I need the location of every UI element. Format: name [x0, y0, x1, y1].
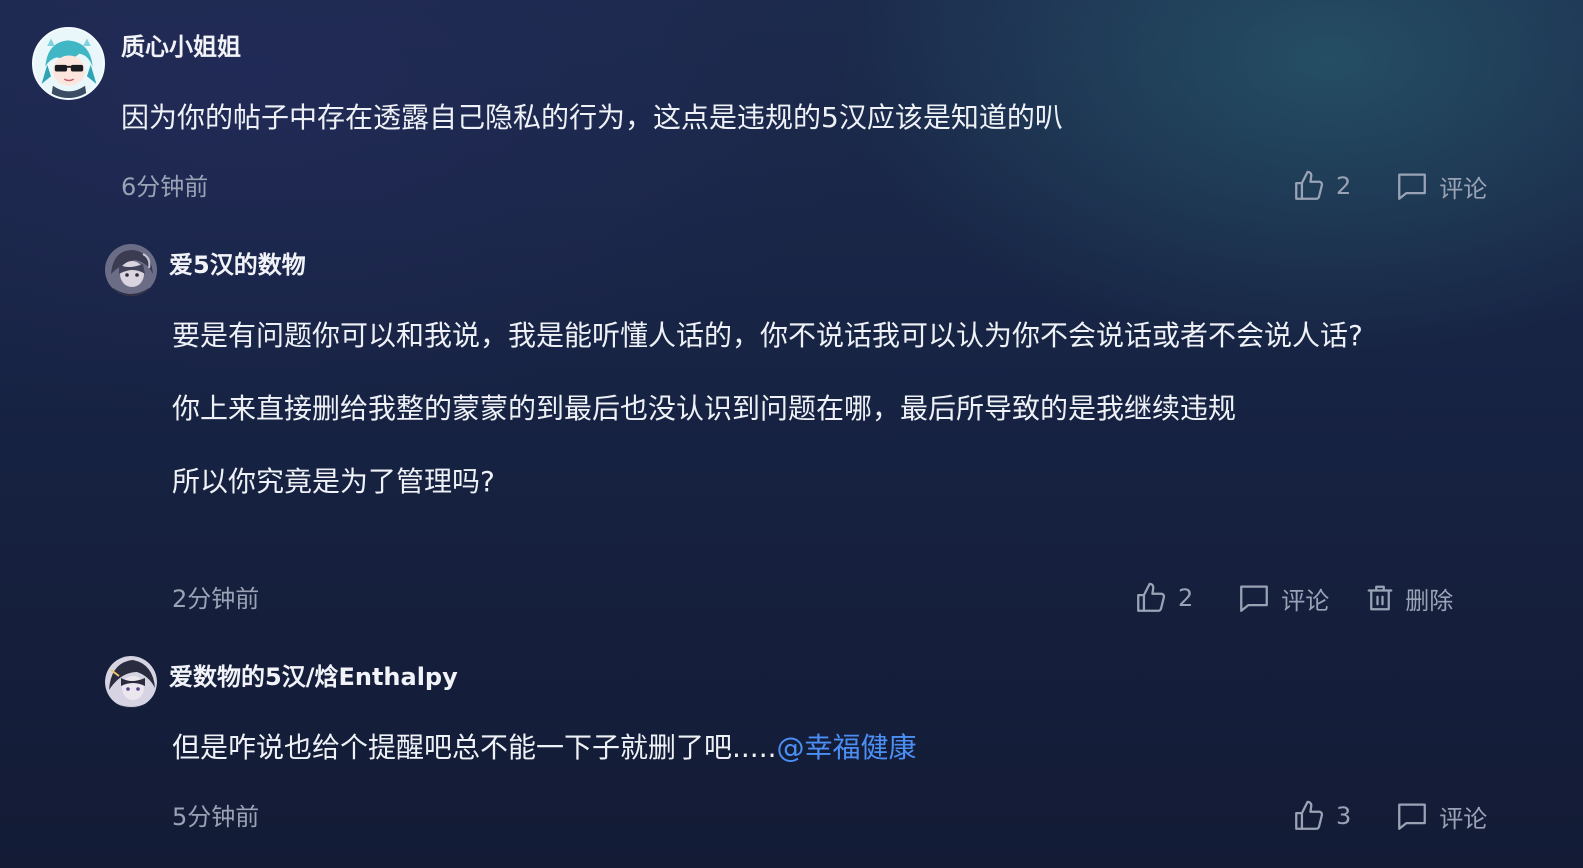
- comment-paragraph: 因为你的帖子中存在透露自己隐私的行为，这点是违规的5汉应该是知道的叭: [121, 101, 1063, 134]
- comment-paragraph: 你上来直接删给我整的蒙蒙的到最后也没认识到问题在哪，最后所导致的是我继续违规: [172, 392, 1237, 425]
- comment-text: 因为你的帖子中存在透露自己隐私的行为，这点是违规的5汉应该是知道的叭: [121, 94, 1521, 142]
- comment-item: 爱5汉的数物 要是有问题你可以和我说，我是能听懂人话的，你不说话我可以认为你不会…: [0, 230, 1583, 640]
- like-button[interactable]: 2: [1292, 169, 1351, 203]
- like-button[interactable]: 3: [1292, 799, 1351, 833]
- like-button[interactable]: 2: [1134, 581, 1193, 615]
- comment-bubble-icon: [1398, 803, 1427, 830]
- timestamp: 6分钟前: [121, 173, 209, 201]
- comment-bubble-icon: [1398, 173, 1427, 200]
- comment-item: 爱数物的5汉/焓Enthalpy 但是咋说也给个提醒吧总不能一下子就删了吧...…: [0, 640, 1583, 868]
- comment-bubble-icon: [1240, 585, 1269, 612]
- comment-item: 质心小姐姐 因为你的帖子中存在透露自己隐私的行为，这点是违规的5汉应该是知道的叭…: [0, 0, 1583, 230]
- timestamp: 5分钟前: [172, 803, 260, 831]
- username[interactable]: 质心小姐姐: [121, 32, 241, 62]
- reply-label: 评论: [1439, 804, 1488, 833]
- like-count: 2: [1178, 584, 1194, 612]
- reply-label: 评论: [1281, 586, 1330, 615]
- comment-paragraph: 但是咋说也给个提醒吧总不能一下子就删了吧.....@幸福健康: [172, 724, 1462, 772]
- avatar[interactable]: [105, 244, 157, 296]
- reply-button[interactable]: 评论: [1237, 581, 1329, 616]
- like-count: 3: [1336, 802, 1352, 830]
- anime-character-avatar-icon: [105, 244, 157, 296]
- mention-link[interactable]: @幸福健康: [777, 731, 917, 764]
- avatar[interactable]: [32, 27, 105, 100]
- username[interactable]: 爱5汉的数物: [169, 250, 306, 280]
- username[interactable]: 爱数物的5汉/焓Enthalpy: [169, 662, 458, 692]
- trash-icon: [1367, 585, 1393, 611]
- thumbs-up-icon: [1295, 170, 1324, 200]
- comment-paragraph: 所以你究竟是为了管理吗?: [172, 465, 495, 498]
- comment-actions: 2 评论: [1292, 166, 1487, 206]
- reply-label: 评论: [1439, 174, 1488, 203]
- reply-button[interactable]: 评论: [1395, 169, 1487, 204]
- comment-text-content: 但是咋说也给个提醒吧总不能一下子就删了吧.....: [172, 731, 777, 764]
- comment-paragraph: 要是有问题你可以和我说，我是能听懂人话的，你不说话我可以认为你不会说话或者不会说…: [172, 319, 1363, 352]
- reply-button[interactable]: 评论: [1395, 799, 1487, 834]
- thumbs-up-icon: [1137, 582, 1166, 612]
- delete-button[interactable]: 删除: [1365, 581, 1453, 616]
- timestamp: 2分钟前: [172, 585, 260, 613]
- comment-actions: 3 评论: [1292, 796, 1487, 836]
- anime-girl-sunglasses-avatar-icon: [34, 29, 103, 98]
- delete-label: 删除: [1405, 586, 1454, 615]
- anime-character-avatar-icon: [105, 656, 157, 708]
- like-count: 2: [1336, 172, 1352, 200]
- comment-actions: 2 评论 删除: [1134, 578, 1453, 618]
- comment-text: 但是咋说也给个提醒吧总不能一下子就删了吧.....@幸福健康: [172, 724, 1462, 772]
- thumbs-up-icon: [1295, 800, 1324, 830]
- avatar[interactable]: [105, 656, 157, 708]
- comment-text: 要是有问题你可以和我说，我是能听懂人话的，你不说话我可以认为你不会说话或者不会说…: [172, 312, 1462, 506]
